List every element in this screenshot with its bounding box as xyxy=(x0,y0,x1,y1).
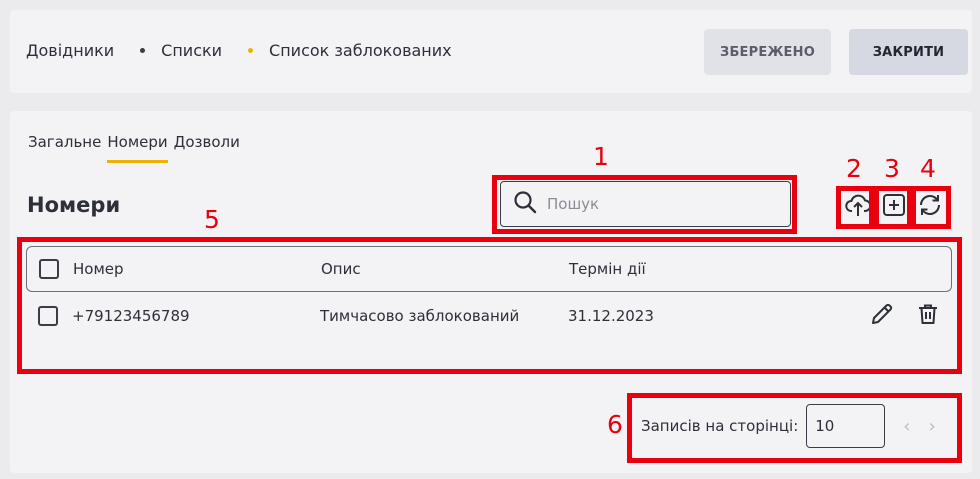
tab-bar: Загальне Номери Дозволи xyxy=(28,133,246,163)
annotation-label-6: 6 xyxy=(607,410,623,439)
close-button[interactable]: ЗАКРИТИ xyxy=(849,29,968,75)
tab-general[interactable]: Загальне xyxy=(28,133,107,163)
annotation-label-4: 4 xyxy=(920,154,936,183)
annotation-box-2 xyxy=(836,186,874,229)
annotation-label-5: 5 xyxy=(204,205,220,234)
top-bar: Довідники Списки Список заблокованих ЗБЕ… xyxy=(10,10,972,93)
breadcrumb-current-dot xyxy=(248,48,254,53)
breadcrumb: Довідники Списки Список заблокованих xyxy=(26,41,452,60)
section-title: Номери xyxy=(27,193,121,217)
annotation-box-5 xyxy=(17,237,962,374)
annotation-label-1: 1 xyxy=(593,142,609,171)
saved-button[interactable]: ЗБЕРЕЖЕНО xyxy=(704,29,831,75)
annotation-label-2: 2 xyxy=(846,154,862,183)
breadcrumb-item-lists[interactable]: Списки xyxy=(161,41,222,60)
breadcrumb-item-directories[interactable]: Довідники xyxy=(26,41,114,60)
tab-numbers[interactable]: Номери xyxy=(107,133,173,163)
breadcrumb-separator-dot xyxy=(140,48,146,53)
annotation-box-1 xyxy=(492,175,797,234)
annotation-label-3: 3 xyxy=(884,154,900,183)
breadcrumb-item-blocked-list: Список заблокованих xyxy=(269,41,452,60)
annotation-box-3 xyxy=(874,186,912,229)
annotation-box-4 xyxy=(911,186,951,229)
tab-permissions[interactable]: Дозволи xyxy=(174,133,246,163)
annotation-box-6 xyxy=(627,393,962,463)
